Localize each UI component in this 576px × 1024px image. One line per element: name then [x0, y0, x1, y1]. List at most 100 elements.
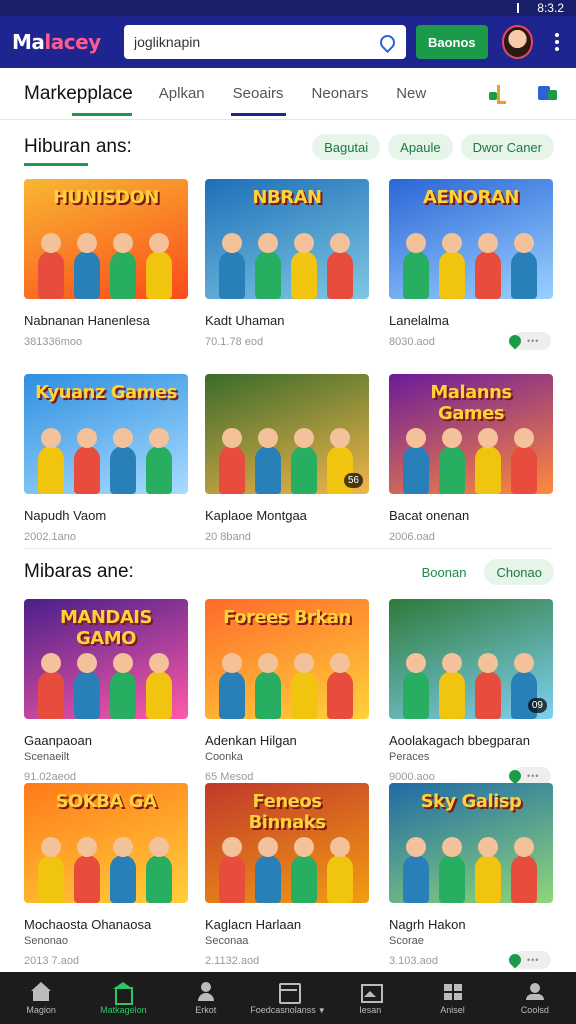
tab-neonars[interactable]: Neonars	[312, 68, 369, 120]
header-action-button[interactable]: Baonos	[415, 25, 488, 59]
filter-chip[interactable]: Bagutai	[312, 134, 381, 160]
search-box[interactable]	[123, 25, 406, 59]
filter-chip[interactable]: Chonao	[484, 559, 554, 585]
game-name[interactable]: Napudh Vaom	[24, 508, 188, 523]
game-card[interactable]: 09 Aoolakagach bbegparan Peraces 9000.aoo ••…	[389, 599, 553, 785]
see-all-link[interactable]: Boonan	[412, 559, 477, 585]
game-card[interactable]: 56 Kaplaoe Montgaa 20 8band	[205, 374, 369, 543]
avatar[interactable]	[501, 25, 534, 59]
search-icon[interactable]	[378, 33, 396, 51]
status-bar: 8:3.2	[0, 0, 576, 16]
app-logo[interactable]: Malacey	[12, 30, 114, 54]
game-thumbnail[interactable]: Forees Brkan	[205, 599, 369, 719]
game-meta: 381336moo	[24, 336, 83, 348]
game-thumbnail[interactable]: Kyuanz Games	[24, 374, 188, 494]
game-thumbnail[interactable]: HUNISDON	[24, 179, 188, 299]
more-menu-icon[interactable]	[547, 33, 566, 51]
game-title-art: Malanns Games	[430, 382, 512, 424]
store-icon	[112, 981, 134, 1005]
nav-apps[interactable]: Anisel	[411, 972, 493, 1024]
game-name[interactable]: Nagrh Hakon	[389, 917, 553, 932]
more-dots-icon: •••	[527, 336, 540, 346]
person-icon	[524, 982, 546, 1002]
game-title-art: Feneos Binnaks	[248, 791, 326, 833]
game-name[interactable]: Aoolakagach bbegparan	[389, 733, 553, 748]
game-thumbnail[interactable]: NBRAN	[205, 179, 369, 299]
game-thumbnail[interactable]: MANDAIS GAMO	[24, 599, 188, 719]
game-thumbnail[interactable]: AENORAN	[389, 179, 553, 299]
game-card[interactable]: Forees Brkan Adenkan Hilgan Coonka 65 Mesod	[205, 599, 369, 783]
character-figure	[439, 837, 465, 903]
game-card[interactable]: SOKBA GA Mochaosta Ohanaosa Senonao 2013 7.…	[24, 783, 188, 967]
character-figure	[439, 653, 465, 719]
game-name[interactable]: Gaanpaoan	[24, 733, 188, 748]
tab-marketplace[interactable]: Markepplace	[24, 68, 133, 120]
location-pill[interactable]: •••	[506, 332, 551, 350]
game-name[interactable]: Kaglacn Harlaan	[205, 917, 369, 932]
filter-chip[interactable]: Dwor Caner	[460, 134, 554, 160]
grid-icon	[442, 982, 464, 1002]
game-card[interactable]: HUNISDON Nabnanan Hanenlesa 381336moo	[24, 179, 188, 348]
game-card[interactable]: NBRAN Kadt Uhaman 70.1.78 eod	[205, 179, 369, 348]
game-card[interactable]: Malanns Games Bacat onenan 2006.oad	[389, 374, 553, 543]
game-name[interactable]: Mochaosta Ohanaosa	[24, 917, 188, 932]
game-name[interactable]: Kaplaoe Montgaa	[205, 508, 369, 523]
game-name[interactable]: Lanelalma	[389, 313, 553, 328]
game-meta: 2013 7.aod	[24, 955, 80, 967]
game-category: Scenaeilt	[24, 751, 70, 763]
filter-chip[interactable]: Apaule	[388, 134, 453, 160]
image-icon	[359, 982, 384, 1003]
game-thumbnail[interactable]: 56	[205, 374, 369, 494]
window-icon	[277, 982, 301, 1004]
nav-feed[interactable]: Foedcasnolanss ▼	[247, 972, 329, 1024]
game-thumbnail[interactable]: 09	[389, 599, 553, 719]
game-meta: 70.1.78 eod	[205, 336, 264, 348]
tab-aplikan[interactable]: Aplkan	[159, 68, 205, 120]
character-figure	[327, 233, 353, 299]
game-title-art: MANDAIS GAMO	[60, 607, 152, 649]
tab-seoairs[interactable]: Seoairs	[230, 68, 286, 120]
character-figure	[110, 837, 136, 903]
section-title: Hiburan ans:	[24, 136, 132, 166]
game-card[interactable]: AENORAN Lanelalma 8030.aod •••	[389, 179, 553, 350]
nav-profile[interactable]: Erkot	[165, 972, 247, 1024]
game-card[interactable]: Feneos Binnaks Kaglacn Harlaan Seconaa 2.11…	[205, 783, 369, 967]
section-header-2: Mibaras ane: Boonan Chonao	[0, 552, 576, 592]
character-figure	[146, 653, 172, 719]
search-input[interactable]	[133, 34, 378, 50]
character-figure	[255, 837, 281, 903]
tab-new[interactable]: New	[396, 68, 426, 120]
apps-icon[interactable]	[486, 82, 510, 106]
game-title-art: NBRAN	[252, 187, 322, 208]
user-icon	[195, 981, 217, 1002]
nav-account[interactable]: Coolsd	[494, 972, 576, 1024]
game-category: Peraces	[389, 751, 430, 763]
character-figure	[74, 653, 100, 719]
game-card[interactable]: Sky Galisp Nagrh Hakon Scorae 3.103.aod •••	[389, 783, 553, 969]
game-card[interactable]: MANDAIS GAMO Gaanpaoan Scenaeilt 91.02aeod	[24, 599, 188, 783]
game-category: Coonka	[205, 751, 243, 763]
nav-media[interactable]: Iesan	[329, 972, 411, 1024]
game-name[interactable]: Bacat onenan	[389, 508, 553, 523]
game-thumbnail[interactable]: Malanns Games	[389, 374, 553, 494]
game-thumbnail[interactable]: Sky Galisp	[389, 783, 553, 903]
game-name[interactable]: Nabnanan Hanenlesa	[24, 313, 188, 328]
location-pill[interactable]: •••	[506, 951, 551, 969]
character-figure	[255, 653, 281, 719]
store-icon[interactable]	[536, 82, 560, 106]
nav-home[interactable]: Magion	[0, 972, 82, 1024]
game-thumbnail[interactable]: SOKBA GA	[24, 783, 188, 903]
nav-marketplace[interactable]: Matkagelon	[82, 972, 164, 1024]
game-card[interactable]: Kyuanz Games Napudh Vaom 2002.1ano	[24, 374, 188, 543]
character-figure	[146, 428, 172, 494]
game-thumbnail[interactable]: Feneos Binnaks	[205, 783, 369, 903]
character-figure	[439, 428, 465, 494]
character-figure	[110, 653, 136, 719]
game-name[interactable]: Adenkan Hilgan	[205, 733, 369, 748]
game-category: Scorae	[389, 935, 424, 947]
character-figure	[219, 233, 245, 299]
game-name[interactable]: Kadt Uhaman	[205, 313, 369, 328]
character-figure	[291, 233, 317, 299]
home-icon	[30, 981, 52, 1002]
game-title-art: HUNISDON	[53, 187, 159, 208]
